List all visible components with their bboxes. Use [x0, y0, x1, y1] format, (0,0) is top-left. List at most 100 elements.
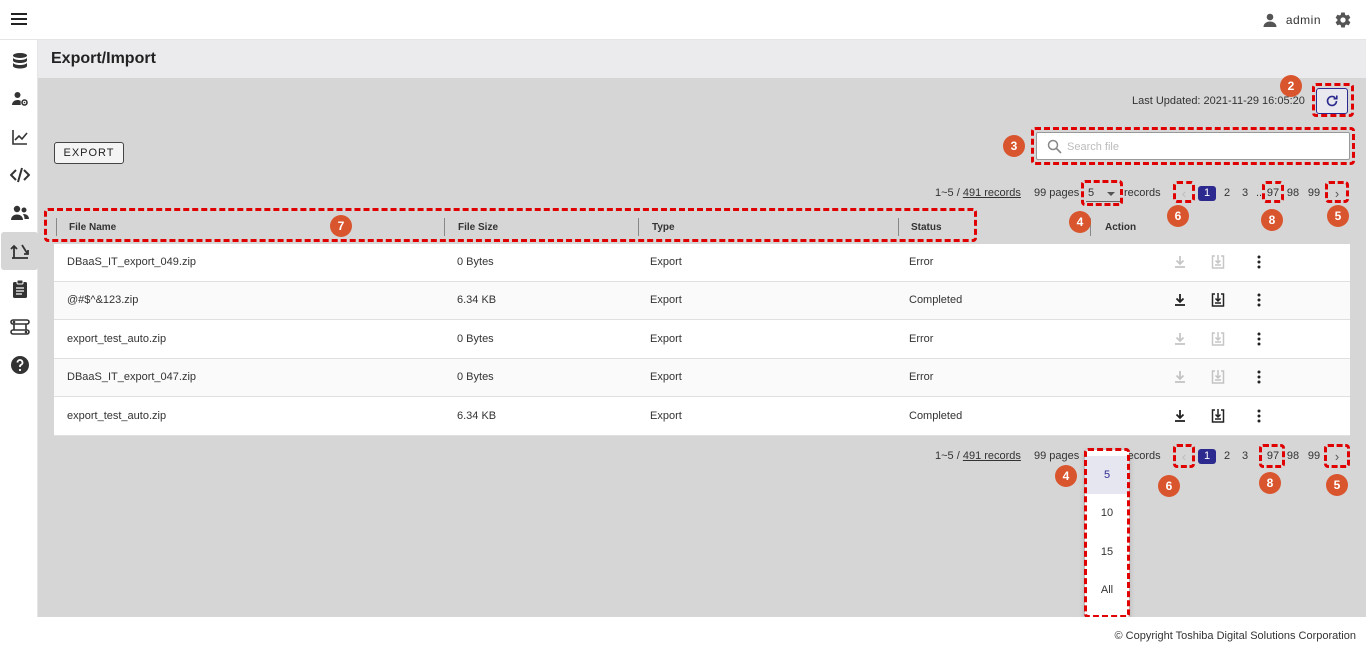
user-icon: [1263, 13, 1277, 27]
cell-type: Export: [650, 256, 682, 268]
page-title: Export/Import: [51, 50, 156, 67]
sidebar-item-help[interactable]: [1, 346, 38, 384]
footer: © Copyright Toshiba Digital Solutions Co…: [38, 617, 1366, 655]
pagination-top: 1~5 / 491 records 99 pages 5 records ‹ 1…: [38, 184, 1366, 204]
workflow-icon: [9, 319, 30, 335]
download-icon[interactable]: [1172, 292, 1188, 308]
next-page-button[interactable]: ›: [1330, 186, 1344, 201]
cell-status: Error: [909, 332, 934, 345]
header-type[interactable]: Type: [652, 222, 675, 233]
cell-type: Export: [650, 332, 682, 345]
page-98[interactable]: 98: [1286, 186, 1300, 201]
page-2[interactable]: 2: [1220, 186, 1234, 201]
clipboard-icon: [12, 279, 27, 298]
download-icon[interactable]: [1172, 408, 1188, 424]
annotation-badge: 3: [1003, 135, 1025, 157]
refresh-button[interactable]: [1316, 88, 1348, 114]
sidebar-item-users[interactable]: [1, 194, 38, 232]
header-file-name[interactable]: File Name: [69, 222, 116, 233]
page-header: Export/Import: [38, 40, 1366, 78]
sidebar-item-code[interactable]: [1, 156, 38, 194]
annotation-badge: 5: [1326, 474, 1348, 496]
page-2[interactable]: 2: [1220, 449, 1234, 464]
option-all[interactable]: All: [1085, 571, 1129, 609]
cell-file-name: export_test_auto.zip: [67, 409, 167, 422]
table-row: export_test_auto.zip 0 Bytes Export Error: [54, 321, 1350, 359]
download-icon: [1172, 254, 1188, 270]
import-icon: [1210, 254, 1226, 270]
sidebar-item-user-settings[interactable]: [1, 80, 38, 118]
pagination-bottom: 1~5 / 491 records 99 pages records ‹ 1 2…: [38, 447, 1366, 467]
page-99[interactable]: 99: [1307, 186, 1321, 201]
page-1[interactable]: 1: [1198, 186, 1216, 201]
search-icon: [1047, 139, 1062, 154]
prev-page-button[interactable]: ‹: [1177, 186, 1191, 201]
cell-file-size: 0 Bytes: [457, 256, 494, 268]
import-icon: [1210, 331, 1226, 347]
cell-status: Completed: [909, 409, 963, 422]
page-1[interactable]: 1: [1198, 449, 1216, 464]
help-icon: [10, 356, 29, 374]
cell-file-name: DBaaS_IT_export_049.zip: [67, 256, 197, 268]
sidebar-item-database[interactable]: [1, 42, 38, 80]
sidebar-item-chart[interactable]: [1, 118, 38, 156]
page-3[interactable]: 3: [1238, 449, 1252, 464]
more-vert-icon[interactable]: [1251, 331, 1267, 347]
user-menu[interactable]: admin: [1262, 12, 1321, 28]
annotation-badge: 7: [330, 215, 352, 237]
cell-file-size: 6.34 KB: [457, 294, 497, 307]
annotation-badge: 6: [1158, 475, 1180, 497]
cell-type: Export: [650, 409, 682, 422]
cell-status: Error: [909, 256, 934, 268]
option-5[interactable]: 5: [1085, 456, 1129, 494]
page-3[interactable]: 3: [1238, 186, 1252, 201]
refresh-icon: [1326, 95, 1338, 107]
records-per-page-select[interactable]: 5: [1086, 184, 1120, 202]
download-icon: [1172, 369, 1188, 385]
next-page-button[interactable]: ›: [1330, 449, 1344, 464]
annotation-badge: 5: [1327, 205, 1349, 227]
page-98[interactable]: 98: [1286, 449, 1300, 464]
annotation-badge: 6: [1167, 205, 1189, 227]
prev-page-button[interactable]: ‹: [1177, 449, 1191, 464]
table-row: DBaaS_IT_export_047.zip 0 Bytes Export Erro…: [54, 359, 1350, 398]
more-vert-icon[interactable]: [1251, 369, 1267, 385]
sidebar: [0, 40, 38, 617]
search-input[interactable]: [1067, 138, 1337, 156]
sidebar-item-workflow[interactable]: [1, 308, 38, 346]
database-icon: [12, 53, 27, 69]
more-vert-icon[interactable]: [1251, 292, 1267, 308]
menu-icon[interactable]: [11, 13, 27, 27]
more-vert-icon[interactable]: [1251, 254, 1267, 270]
table-row: @#$^&123.zip 6.34 KB Export Completed: [54, 282, 1350, 321]
import-icon: [1210, 369, 1226, 385]
sidebar-item-clipboard[interactable]: [1, 270, 38, 308]
main-content: Last Updated: 2021-11-29 16:05:20 EXPORT…: [38, 75, 1366, 618]
page-97[interactable]: 97: [1266, 449, 1280, 464]
chevron-down-icon: [1107, 192, 1115, 196]
users-icon: [10, 205, 29, 220]
table-row: DBaaS_IT_export_049.zip 0 Bytes Export Erro…: [54, 244, 1350, 282]
export-button[interactable]: EXPORT: [54, 142, 124, 164]
user-name: admin: [1285, 13, 1321, 27]
option-10[interactable]: 10: [1085, 494, 1129, 532]
page-97[interactable]: 97: [1266, 186, 1280, 201]
page-99[interactable]: 99: [1307, 449, 1321, 464]
cell-file-name: @#$^&123.zip: [67, 294, 139, 307]
gear-icon[interactable]: [1334, 11, 1352, 29]
total-records-link[interactable]: 491 records: [963, 187, 1021, 199]
cell-status: Error: [909, 371, 934, 384]
download-icon: [1172, 331, 1188, 347]
pages-count: 99 pages: [1034, 450, 1080, 462]
more-vert-icon[interactable]: [1251, 408, 1267, 424]
total-records-link[interactable]: 491 records: [963, 450, 1021, 462]
option-15[interactable]: 15: [1085, 533, 1129, 571]
header-file-size[interactable]: File Size: [458, 222, 498, 233]
top-bar: admin: [0, 0, 1366, 40]
cell-file-name: DBaaS_IT_export_047.zip: [67, 371, 197, 384]
import-icon[interactable]: [1210, 408, 1226, 424]
header-status[interactable]: Status: [911, 222, 942, 233]
record-range: 1~5 / 491 records: [935, 187, 1021, 199]
sidebar-item-export-import[interactable]: [1, 232, 38, 270]
import-icon[interactable]: [1210, 292, 1226, 308]
